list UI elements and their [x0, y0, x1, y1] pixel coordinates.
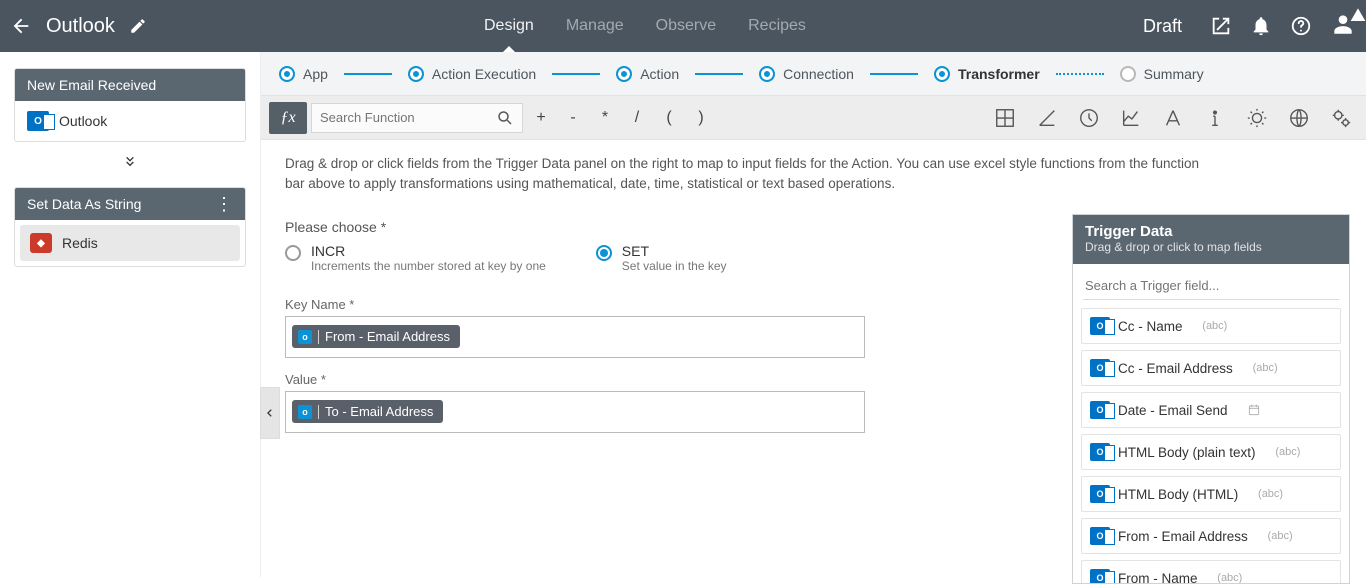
- radio-incr[interactable]: INCR Increments the number stored at key…: [285, 243, 546, 273]
- trigger-field-item[interactable]: OHTML Body (HTML) (abc): [1081, 476, 1341, 512]
- tool-info-icon[interactable]: [1204, 107, 1226, 129]
- trigger-field-item[interactable]: OCc - Email Address (abc): [1081, 350, 1341, 386]
- tool-web-icon[interactable]: [1288, 107, 1310, 129]
- tab-observe[interactable]: Observe: [656, 0, 716, 52]
- fx-icon[interactable]: ƒx: [269, 102, 307, 134]
- value-chip-label: To - Email Address: [325, 404, 433, 419]
- wizard-stepper: App Action Execution Action Connection T…: [261, 52, 1366, 96]
- trigger-field-item[interactable]: OCc - Name (abc): [1081, 308, 1341, 344]
- trigger-field-item[interactable]: OFrom - Name (abc): [1081, 560, 1341, 583]
- trigger-data-panel: Trigger Data Drag & drop or click to map…: [1072, 214, 1350, 584]
- radio-set-sub: Set value in the key: [622, 259, 727, 273]
- tool-angle-icon[interactable]: [1036, 107, 1058, 129]
- radio-set[interactable]: SET Set value in the key: [596, 243, 727, 273]
- step-summary[interactable]: Summary: [1120, 66, 1204, 82]
- function-search[interactable]: [311, 103, 523, 133]
- action-card-title: Set Data As String: [27, 196, 141, 212]
- trigger-search-input[interactable]: [1083, 272, 1339, 300]
- trigger-app-row[interactable]: O Outlook: [15, 101, 245, 141]
- help-text: Drag & drop or click fields from the Tri…: [261, 140, 1241, 195]
- chip-outlook-icon-2: o: [298, 405, 312, 419]
- tool-bulb-icon[interactable]: [1246, 107, 1268, 129]
- op-plus[interactable]: +: [527, 109, 555, 127]
- search-icon[interactable]: [496, 109, 514, 127]
- add-step-button[interactable]: [14, 154, 246, 173]
- alert-icon: [1350, 7, 1366, 23]
- back-icon[interactable]: [10, 15, 32, 37]
- outlook-icon: O: [27, 111, 49, 131]
- help-icon[interactable]: [1290, 15, 1312, 37]
- radio-set-title: SET: [622, 243, 727, 259]
- action-app-label: Redis: [62, 235, 98, 251]
- action-card[interactable]: Set Data As String ⋮ ◆ Redis: [14, 187, 246, 267]
- collapse-sidebar-button[interactable]: [260, 387, 280, 439]
- chevron-double-down-icon: [121, 154, 139, 170]
- step-app[interactable]: App: [279, 66, 328, 82]
- radio-set-circle[interactable]: [596, 245, 612, 261]
- step-action-execution[interactable]: Action Execution: [408, 66, 536, 82]
- op-rparen[interactable]: ): [687, 109, 715, 127]
- trigger-panel-subtitle: Drag & drop or click to map fields: [1085, 240, 1337, 254]
- tool-table-icon[interactable]: [994, 107, 1016, 129]
- step-connection[interactable]: Connection: [759, 66, 854, 82]
- trigger-app-label: Outlook: [59, 113, 107, 129]
- tool-clock-icon[interactable]: [1078, 107, 1100, 129]
- bell-icon[interactable]: [1250, 15, 1272, 37]
- keyname-input[interactable]: o From - Email Address: [285, 316, 865, 358]
- op-minus[interactable]: -: [559, 109, 587, 127]
- tab-design[interactable]: Design: [484, 0, 534, 52]
- outlook-icon: O: [1090, 401, 1110, 419]
- keyname-chip[interactable]: o From - Email Address: [292, 325, 460, 348]
- radio-incr-title: INCR: [311, 243, 546, 259]
- content-area: App Action Execution Action Connection T…: [260, 52, 1366, 577]
- trigger-field-item[interactable]: OFrom - Email Address (abc): [1081, 518, 1341, 554]
- chip-outlook-icon: o: [298, 330, 312, 344]
- status-draft: Draft: [1143, 16, 1182, 37]
- op-lparen[interactable]: (: [655, 109, 683, 127]
- trigger-card[interactable]: New Email Received O Outlook: [14, 68, 246, 142]
- function-search-input[interactable]: [320, 110, 496, 125]
- trigger-field-item[interactable]: OHTML Body (plain text) (abc): [1081, 434, 1341, 470]
- outlook-icon: O: [1090, 359, 1110, 377]
- app-title: Outlook: [46, 15, 115, 38]
- tab-recipes[interactable]: Recipes: [748, 0, 806, 52]
- redis-icon: ◆: [30, 233, 52, 253]
- outlook-icon: O: [1090, 443, 1110, 461]
- keyname-chip-label: From - Email Address: [325, 329, 450, 344]
- outlook-icon: O: [1090, 569, 1110, 583]
- op-mult[interactable]: *: [591, 109, 619, 127]
- tool-gears-icon[interactable]: [1330, 107, 1352, 129]
- step-transformer[interactable]: Transformer: [934, 66, 1040, 82]
- trigger-card-title: New Email Received: [27, 77, 156, 93]
- op-div[interactable]: /: [623, 109, 651, 127]
- app-header: Outlook Design Manage Observe Recipes Dr…: [0, 0, 1366, 52]
- edit-icon[interactable]: [129, 17, 147, 35]
- user-menu[interactable]: [1330, 11, 1356, 42]
- radio-incr-sub: Increments the number stored at key by o…: [311, 259, 546, 273]
- trigger-field-list[interactable]: OCc - Name (abc) OCc - Email Address (ab…: [1073, 308, 1349, 583]
- action-app-row[interactable]: ◆ Redis: [20, 225, 240, 261]
- value-chip[interactable]: o To - Email Address: [292, 400, 443, 423]
- tool-chart-icon[interactable]: [1120, 107, 1142, 129]
- value-input[interactable]: o To - Email Address: [285, 391, 865, 433]
- function-bar: ƒx + - * / ( ): [261, 96, 1366, 140]
- workflow-sidebar: New Email Received O Outlook Set Data As…: [0, 52, 260, 577]
- tab-manage[interactable]: Manage: [566, 0, 624, 52]
- open-external-icon[interactable]: [1210, 15, 1232, 37]
- outlook-icon: O: [1090, 527, 1110, 545]
- trigger-field-item[interactable]: ODate - Email Send: [1081, 392, 1341, 428]
- outlook-icon: O: [1090, 317, 1110, 335]
- outlook-icon: O: [1090, 485, 1110, 503]
- calendar-icon: [1247, 403, 1261, 417]
- header-tabs: Design Manage Observe Recipes: [147, 0, 1143, 52]
- chevron-left-icon: [265, 406, 275, 420]
- tool-text-icon[interactable]: [1162, 107, 1184, 129]
- step-action[interactable]: Action: [616, 66, 679, 82]
- radio-incr-circle[interactable]: [285, 245, 301, 261]
- action-card-menu-icon[interactable]: ⋮: [215, 197, 233, 211]
- trigger-panel-title: Trigger Data: [1085, 223, 1337, 240]
